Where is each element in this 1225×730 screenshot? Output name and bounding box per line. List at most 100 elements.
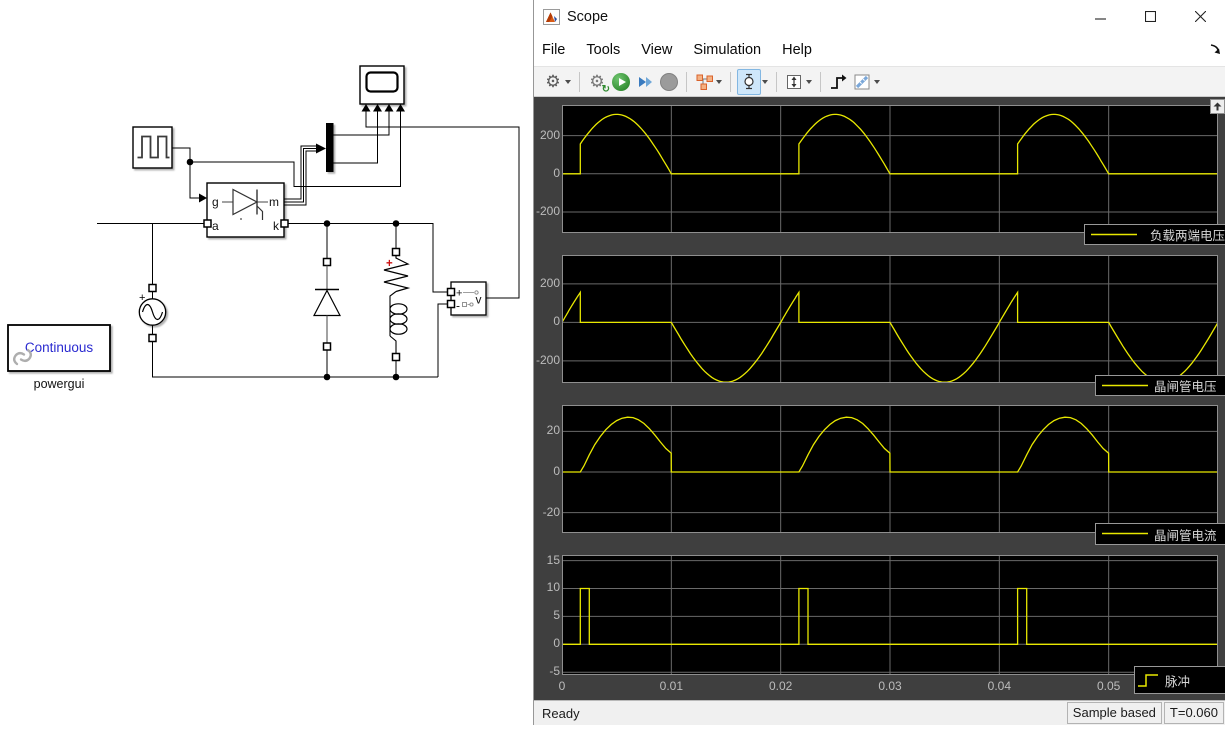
toolbar-separator [686,71,687,92]
block-demux[interactable] [326,123,334,172]
plot-thyristor-voltage[interactable] [561,255,1219,383]
scope-toolbar: ⚙ ⚙ ↻ [534,66,1225,97]
ruler-icon [854,74,870,89]
close-button[interactable] [1175,0,1225,33]
x-tick-label: 0.05 [1096,679,1121,693]
menu-simulation[interactable]: Simulation [693,42,761,58]
x-tick-label: 0.03 [878,679,902,693]
y-tick-label: 10 [546,580,560,595]
legend-label: 晶闸管电压 [1154,380,1217,394]
x-tick-label: 0.01 [659,679,683,693]
status-ready: Ready [542,705,580,721]
y-tick-label: 200 [539,275,560,290]
legend-load-voltage[interactable]: 负载两端电压 [1084,224,1225,245]
trigger-icon [830,74,846,89]
menu-file[interactable]: File [542,42,565,58]
legend-line-sample [1102,384,1148,387]
toolbar-pin-button[interactable] [1210,99,1225,114]
run-button[interactable] [610,70,632,94]
stop-button[interactable] [658,70,680,94]
minimize-button[interactable] [1075,0,1125,33]
y-tick-label: 0 [553,165,560,180]
diode-icon [313,289,341,317]
port-label-g: g [212,195,219,209]
y-tick-label: -200 [535,203,560,218]
legend-line-sample [1102,532,1148,535]
highlight-block-button[interactable]: ⚙ ↻ [586,70,610,95]
measurement-bus-wire[interactable] [284,143,326,206]
plot-thyristor-current[interactable] [562,405,1218,533]
simulink-model-panel: g m a k + + + - v Continuous powergui [0,0,533,725]
flowchart-icon [696,74,713,90]
port-label-k: k [273,219,280,233]
plot-pulse[interactable] [562,555,1218,675]
y-tick-label: 20 [546,423,560,438]
legend-thyristor-voltage[interactable]: 晶闸管电压 [1095,375,1225,396]
span-vertical-icon [787,74,801,89]
plot-load-voltage[interactable] [562,105,1218,233]
scope-screen-icon [365,71,399,93]
measurements-dropdown-caret[interactable] [874,79,880,84]
scope-titlebar[interactable]: Scope [534,0,1225,33]
y-tick-label: 0 [553,314,560,329]
toolbar-separator [776,71,777,92]
maximize-button[interactable] [1125,0,1175,33]
cursor-tool-button-selected[interactable] [737,68,761,95]
toolbar-separator [820,71,821,92]
legend-thyristor-current[interactable]: 晶闸管电流 [1095,523,1225,545]
x-tick-label: 0 [558,679,566,693]
legend-line-sample [1091,233,1137,236]
toolbar-separator [730,71,731,92]
run-icon [612,72,630,91]
block-pulse-generator[interactable] [132,126,173,169]
x-tick-label: 0.04 [987,679,1011,693]
y-tick-label: 0 [553,464,560,479]
window-title: Scope [567,8,609,25]
y-tick-label: -5 [549,664,560,679]
scope-app-icon [543,8,560,25]
y-tick-label: 200 [539,127,560,142]
block-rl-branch[interactable]: + [383,247,411,362]
configuration-properties-button[interactable]: ⚙ [542,70,564,94]
scope-statusbar: Ready Sample based T=0.060 [534,700,1225,725]
source-plus-label: + [139,292,145,304]
close-icon [1194,11,1206,22]
scale-axes-dropdown-caret[interactable] [806,79,812,84]
menu-view[interactable]: View [641,42,672,58]
vm-minus-label: - [456,299,460,313]
cursor-tool-dropdown-caret[interactable] [762,79,768,84]
legend-label: 晶闸管电流 [1154,528,1217,543]
y-tick-label: 15 [546,552,560,567]
configuration-dropdown-caret[interactable] [565,79,571,84]
block-thyristor[interactable]: g m a k [203,182,289,238]
menu-tools[interactable]: Tools [586,42,620,58]
layout-button[interactable] [693,70,715,94]
legend-pulse[interactable]: 脉冲 [1134,666,1225,694]
legend-label: 负载两端电压 [1149,229,1225,243]
block-ac-source[interactable]: + [138,283,167,343]
gear-icon: ⚙ [545,72,561,91]
block-voltage-measurement[interactable]: + - v [446,281,487,316]
scale-axes-button[interactable] [783,70,805,94]
port-label-a: a [212,219,219,233]
step-forward-icon [639,76,652,87]
stop-icon [660,72,678,91]
maximize-icon [1144,11,1156,22]
powergui-label: powergui [34,377,85,391]
powergui-mode: Continuous [25,340,94,355]
inductor-icon [389,303,408,335]
legend-label: 脉冲 [1165,674,1191,689]
menu-help[interactable]: Help [782,42,812,58]
step-forward-button[interactable] [634,70,656,94]
dock-arrow-icon[interactable] [1209,42,1221,60]
status-sample-mode: Sample based [1066,702,1162,724]
block-powergui[interactable]: Continuous powergui [7,324,111,391]
layout-dropdown-caret[interactable] [716,79,722,84]
x-tick-label: 0.02 [768,679,793,693]
gate-arrow [199,193,207,203]
scope-window: Scope File Tools View Simulation Help ⚙ … [533,0,1225,725]
measurements-button[interactable] [851,70,873,94]
block-diode[interactable] [313,257,341,351]
trigger-button[interactable] [827,70,849,94]
block-scope[interactable] [359,65,405,112]
